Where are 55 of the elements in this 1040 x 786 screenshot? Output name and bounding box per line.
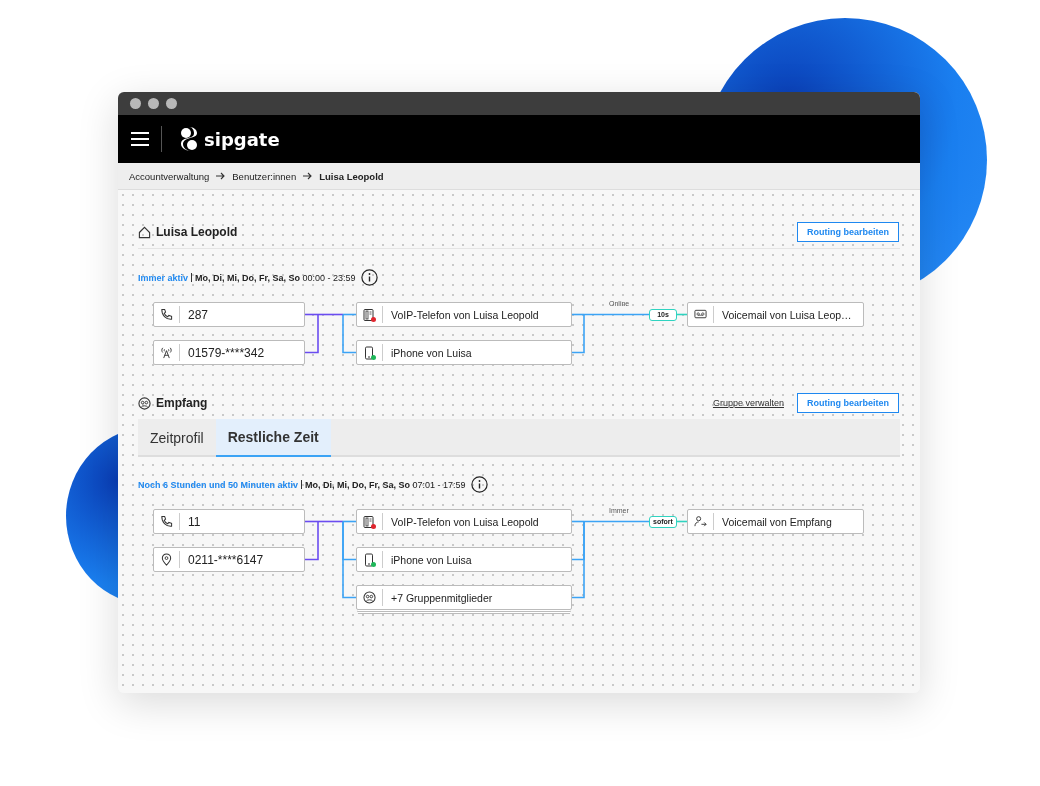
section-title: Luisa Leopold: [156, 225, 238, 239]
device-label: iPhone von Luisa: [390, 553, 472, 566]
phone-number: 01579-****342: [187, 345, 265, 360]
schedule-text: Noch 6 Stunden und 50 Minuten aktiv Mo, Di, Mi, Do, Fr, Sa, So 07:01 - 17:59: [138, 479, 466, 490]
antenna-icon: [160, 346, 173, 359]
manage-group-link[interactable]: Gruppe verwalten: [712, 398, 784, 408]
logo-text: sipgate: [204, 128, 280, 150]
device-label: +7 Gruppenmitglieder: [390, 591, 493, 604]
mobile-phone-icon: [363, 345, 376, 360]
group-icon: [363, 591, 376, 604]
device-node[interactable]: VoIP-Telefon von Luisa Leopold: [356, 509, 572, 534]
device-node[interactable]: iPhone von Luisa: [356, 547, 572, 572]
tab[interactable]: Restliche Zeit: [215, 419, 331, 457]
phone-number: 0211-****6147: [187, 552, 264, 567]
arrow-icon: [303, 172, 313, 180]
info-icon[interactable]: [470, 476, 488, 493]
window-control-icon[interactable]: [166, 98, 177, 109]
breadcrumb-link[interactable]: Accountverwaltung: [129, 170, 210, 182]
phone-number: 287: [187, 307, 209, 322]
group-icon: [138, 396, 151, 410]
arrow-icon: [216, 172, 226, 180]
location-pin-icon: [160, 553, 173, 566]
device-label: VoIP-Telefon von Luisa Leopold: [390, 515, 539, 528]
window-control-icon[interactable]: [148, 98, 159, 109]
home-icon: [138, 225, 151, 239]
mobile-phone-icon: [363, 552, 376, 567]
window-control-icon[interactable]: [130, 98, 141, 109]
section-title: Empfang: [156, 396, 208, 410]
phone-number-node[interactable]: 0211-****6147: [153, 547, 305, 572]
phone-number: 11: [187, 514, 201, 529]
tab[interactable]: Zeitprofil: [138, 419, 216, 457]
edit-routing-button[interactable]: Routing bearbeiten: [797, 222, 899, 242]
voicemail-label: Voicemail von Empfang: [721, 515, 832, 528]
voicemail-node[interactable]: Voicemail von Luisa Leop…: [687, 302, 864, 327]
person-forward-icon: [694, 515, 707, 528]
desk-phone-icon: [363, 514, 376, 529]
phone-number-node[interactable]: 01579-****342: [153, 340, 305, 365]
phone-icon: [160, 515, 173, 528]
phone-number-node[interactable]: 11: [153, 509, 305, 534]
logo-icon: [180, 126, 198, 152]
device-label: iPhone von Luisa: [390, 346, 472, 359]
device-node[interactable]: VoIP-Telefon von Luisa Leopold: [356, 302, 572, 327]
menu-icon[interactable]: [131, 132, 149, 146]
voicemail-node[interactable]: Voicemail von Empfang: [687, 509, 864, 534]
info-icon[interactable]: [360, 269, 378, 286]
edit-routing-button[interactable]: Routing bearbeiten: [797, 393, 899, 413]
desk-phone-icon: [363, 307, 376, 322]
device-label: VoIP-Telefon von Luisa Leopold: [390, 308, 539, 321]
phone-number-node[interactable]: 287: [153, 302, 305, 327]
voicemail-icon: [694, 308, 707, 321]
breadcrumb-link[interactable]: Benutzer:innen: [232, 170, 297, 182]
voicemail-label: Voicemail von Luisa Leop…: [721, 308, 852, 321]
phone-icon: [160, 308, 173, 321]
schedule-text: Immer aktiv Mo, Di, Mi, Do, Fr, Sa, So 00:00 - 23:59: [138, 272, 356, 283]
device-node[interactable]: iPhone von Luisa: [356, 340, 572, 365]
